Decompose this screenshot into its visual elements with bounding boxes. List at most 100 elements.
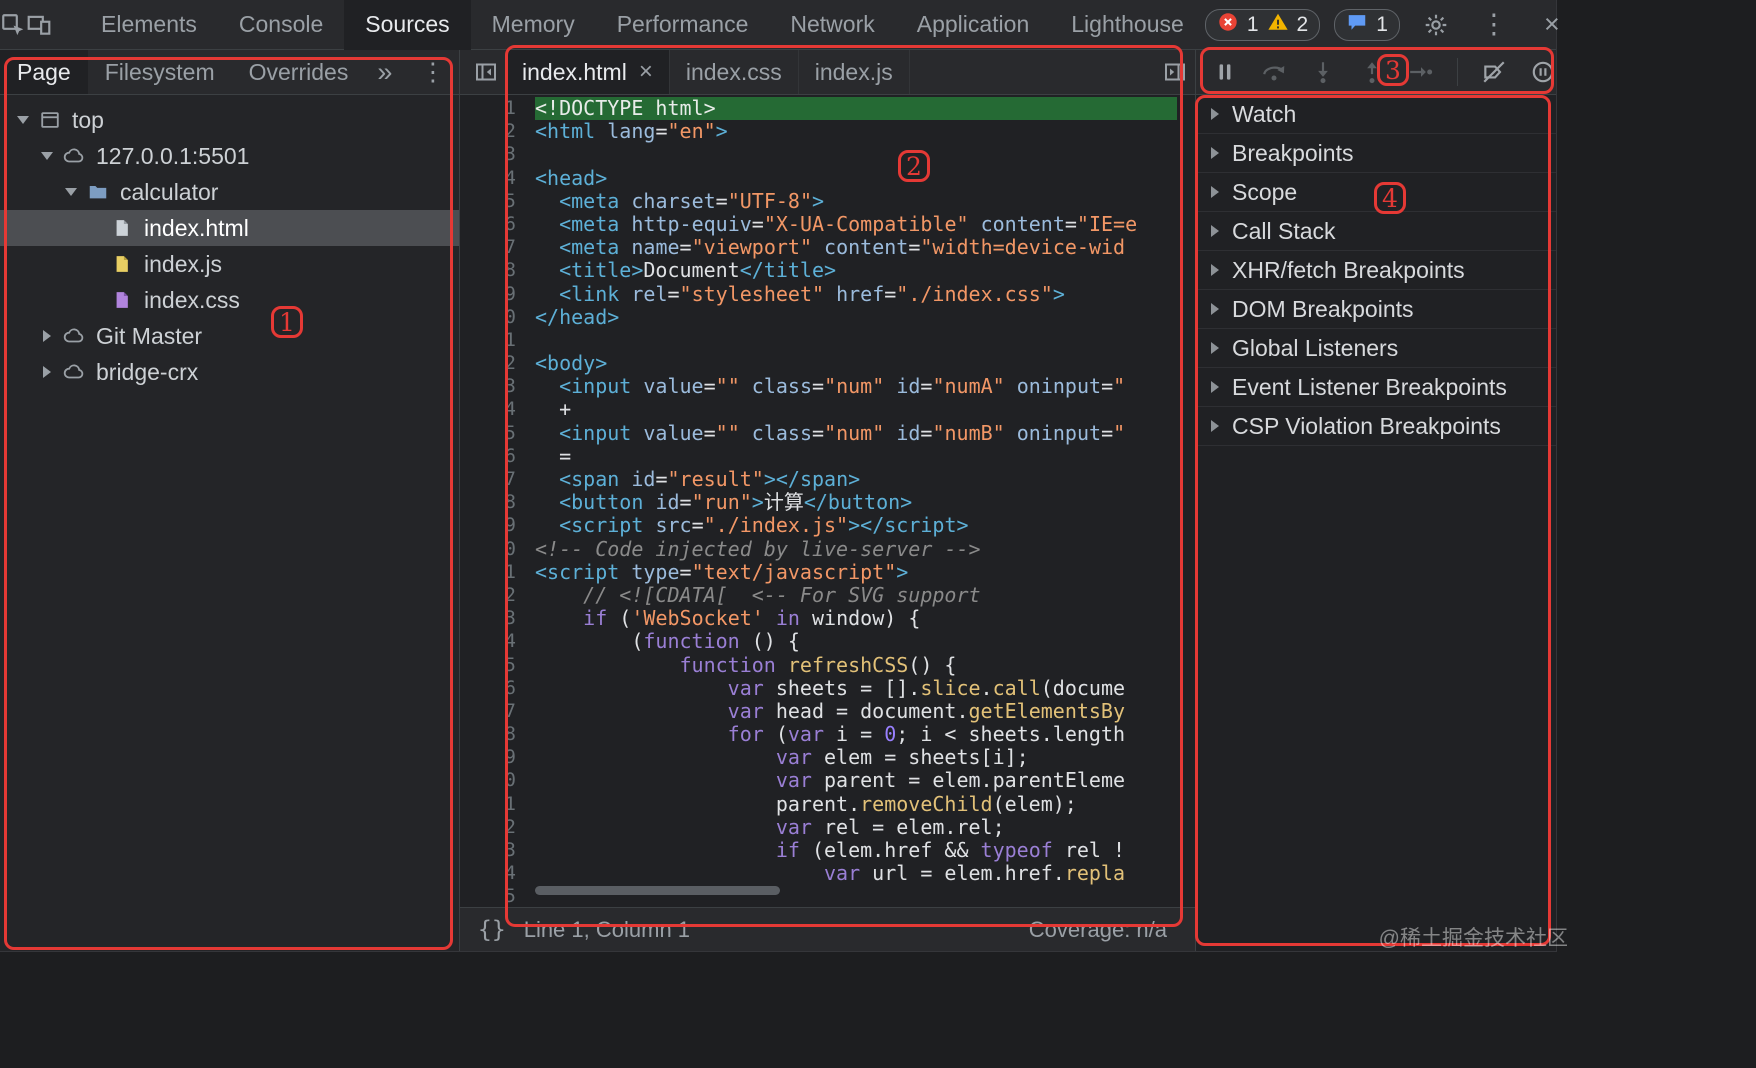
pause-icon[interactable] <box>1212 59 1238 85</box>
chevron-collapsed-icon[interactable] <box>43 366 51 378</box>
editor-overflow-icon[interactable] <box>1155 47 1195 97</box>
line-number: 6 <box>504 212 516 235</box>
close-devtools-icon[interactable]: × <box>1530 0 1574 50</box>
navigator-tab-overrides[interactable]: Overrides <box>232 50 366 94</box>
toolbar-separator <box>1457 58 1458 86</box>
code-line: <title>Document</title> <box>559 258 837 283</box>
panel-tab-sources[interactable]: Sources <box>344 0 471 50</box>
more-options-kebab-icon[interactable]: ⋮ <box>1472 0 1516 50</box>
navigator-tab-page[interactable]: Page <box>0 50 88 94</box>
tree-item-index-js[interactable]: index.js <box>0 246 459 282</box>
editor-tab-index-html[interactable]: index.html × <box>506 50 670 94</box>
panel-tab-application[interactable]: Application <box>896 0 1051 50</box>
devtools-window: Elements Console Sources Memory Performance N… <box>0 0 1560 952</box>
close-tab-icon[interactable]: × <box>639 58 653 86</box>
section-breakpoints[interactable]: Breakpoints <box>1196 134 1556 173</box>
editor-tab-index-css[interactable]: index.css <box>670 50 799 94</box>
more-tabs-icon[interactable]: » <box>365 57 404 88</box>
line-number: 9 <box>504 514 516 537</box>
issues-icon <box>1346 11 1368 38</box>
chevron-collapsed-icon <box>1211 342 1219 354</box>
code-line: <!-- Code injected by live-server --> <box>535 536 981 561</box>
panel-tab-network[interactable]: Network <box>769 0 895 50</box>
cursor-position: Line 1, Column 1 <box>523 916 691 942</box>
editor-tab-index-js[interactable]: index.js <box>799 50 910 94</box>
section-xhr-fetch-breakpoints[interactable]: XHR/fetch Breakpoints <box>1196 251 1556 290</box>
line-number: 3 <box>504 839 516 861</box>
editor-tab-label: index.css <box>685 58 782 85</box>
editor-tab-strip: index.html × index.css index.js <box>506 50 1155 94</box>
tree-item-label: top <box>72 106 104 133</box>
step-out-icon[interactable] <box>1359 59 1385 85</box>
tree-item-git-master[interactable]: Git Master <box>0 318 459 354</box>
chevron-collapsed-icon[interactable] <box>43 330 51 342</box>
line-number: 5 <box>504 421 516 444</box>
tree-item-index-css[interactable]: index.css <box>0 282 459 318</box>
pause-on-exceptions-icon[interactable] <box>1530 59 1556 85</box>
code-line: if ('WebSocket' in window) { <box>583 606 921 631</box>
coverage-status: Coverage: n/a <box>1028 916 1167 942</box>
line-number: 0 <box>504 769 516 792</box>
chevron-collapsed-icon <box>1211 303 1219 315</box>
cloud-icon <box>60 323 88 349</box>
code-line: var elem = sheets[i]; <box>775 745 1029 770</box>
code-line: <meta charset="UTF-8"> <box>559 188 825 213</box>
chevron-expanded-icon[interactable] <box>41 152 53 160</box>
device-toolbar-icon[interactable] <box>26 0 52 50</box>
code-line: parent.removeChild(elem); <box>535 791 1077 816</box>
section-call-stack[interactable]: Call Stack <box>1196 212 1556 251</box>
code-editor[interactable]: 12345678901234567890123456789012345 <!DO… <box>460 95 1195 907</box>
section-watch[interactable]: Watch <box>1196 95 1556 134</box>
panel-tab-console[interactable]: Console <box>218 0 344 50</box>
section-dom-breakpoints[interactable]: DOM Breakpoints <box>1196 290 1556 329</box>
deactivate-breakpoints-icon[interactable] <box>1481 59 1507 85</box>
line-number: 6 <box>504 676 516 699</box>
step-into-icon[interactable] <box>1310 59 1336 85</box>
navigator-menu-kebab-icon[interactable]: ⋮ <box>404 57 461 87</box>
cloud-icon <box>60 359 88 385</box>
horizontal-scrollbar[interactable] <box>535 886 780 895</box>
code-line: <head> <box>535 165 608 190</box>
line-number: 4 <box>504 166 516 189</box>
file-tree: top 127.0.0.1:5501 calculator index.html ind… <box>0 95 459 390</box>
line-number: 4 <box>504 630 516 653</box>
code-line: <button id="run">计算</button> <box>559 490 913 515</box>
tree-item-index-html[interactable]: index.html <box>0 210 459 246</box>
settings-gear-icon[interactable] <box>1414 0 1458 50</box>
line-number: 1 <box>504 97 516 119</box>
chevron-collapsed-icon <box>1211 186 1219 198</box>
code-line: <meta name="viewport" content="width=dev… <box>559 235 1126 260</box>
chevron-expanded-icon[interactable] <box>65 188 77 196</box>
panel-tab-elements[interactable]: Elements <box>80 0 218 50</box>
line-number: 3 <box>504 143 516 166</box>
inspect-icon[interactable] <box>0 0 26 50</box>
issues-badge[interactable]: 1 <box>1334 8 1400 41</box>
code-line: <link rel="stylesheet" href="./index.css… <box>559 281 1065 306</box>
code-lines[interactable]: <!DOCTYPE html> <html lang="en"> <head> <m… <box>526 95 1177 907</box>
section-csp-violation-breakpoints[interactable]: CSP Violation Breakpoints <box>1196 407 1556 446</box>
section-global-listeners[interactable]: Global Listeners <box>1196 329 1556 368</box>
tree-item-127-0-0-1-5501[interactable]: 127.0.0.1:5501 <box>0 138 459 174</box>
console-status-badge[interactable]: 1 2 <box>1204 8 1321 41</box>
line-number: 4 <box>504 398 516 421</box>
tree-item-label: index.js <box>144 250 222 277</box>
toggle-navigator-icon[interactable] <box>466 47 506 97</box>
step-icon[interactable] <box>1408 59 1434 85</box>
section-event-listener-breakpoints[interactable]: Event Listener Breakpoints <box>1196 368 1556 407</box>
navigator-pane: Page Filesystem Overrides » ⋮ top 127.0.0.1… <box>0 50 460 951</box>
tree-item-top[interactable]: top <box>0 102 459 138</box>
panel-tab-lighthouse[interactable]: Lighthouse <box>1050 0 1205 50</box>
section-scope[interactable]: Scope <box>1196 173 1556 212</box>
line-number: 0 <box>504 537 516 560</box>
tree-item-bridge-crx[interactable]: bridge-crx <box>0 354 459 390</box>
line-number: 5 <box>504 885 516 907</box>
tree-item-calculator[interactable]: calculator <box>0 174 459 210</box>
chevron-expanded-icon[interactable] <box>17 116 29 124</box>
step-over-icon[interactable] <box>1261 59 1287 85</box>
panel-tab-performance[interactable]: Performance <box>596 0 770 50</box>
pretty-print-icon[interactable]: {} <box>478 917 506 943</box>
chevron-collapsed-icon <box>1211 225 1219 237</box>
panel-tab-memory[interactable]: Memory <box>471 0 596 50</box>
navigator-tab-filesystem[interactable]: Filesystem <box>88 50 232 94</box>
